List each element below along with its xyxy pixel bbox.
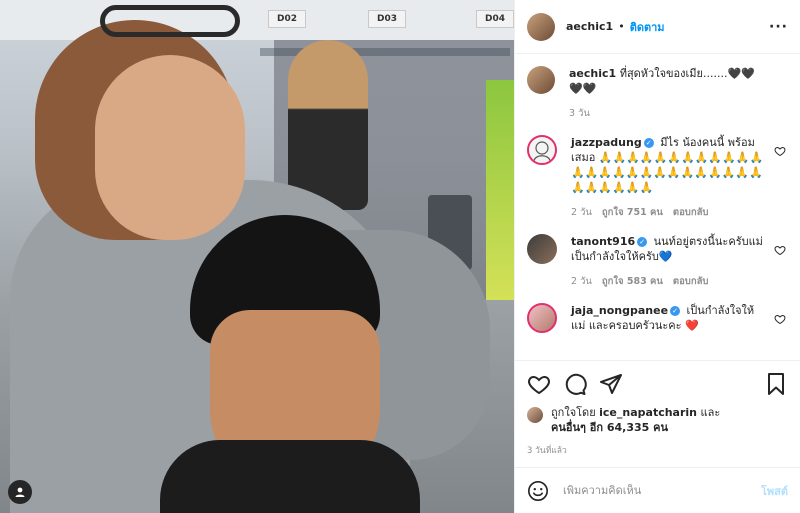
- comment-time[interactable]: 2 วัน: [571, 274, 592, 289]
- post-photo[interactable]: D02 D03 D04: [0, 0, 514, 513]
- reply-button[interactable]: ตอบกลับ: [673, 274, 709, 289]
- liked-by-prefix: ถูกใจโดย: [551, 406, 596, 419]
- add-comment-bar: โพสต์: [515, 467, 800, 513]
- comment-input[interactable]: [563, 484, 761, 497]
- comments-list[interactable]: aechic1 ที่สุดหัวใจของเมีย.......🖤🖤🖤🖤 3 …: [515, 54, 800, 360]
- photo-pillar: [486, 80, 514, 300]
- comment-like-heart-icon[interactable]: [774, 313, 786, 325]
- owner-username[interactable]: aechic1: [566, 20, 613, 33]
- emoji-icon[interactable]: [527, 480, 549, 502]
- comment-like-heart-icon[interactable]: [774, 145, 786, 157]
- share-icon[interactable]: [599, 372, 623, 396]
- photo-ceiling: [0, 0, 514, 40]
- photo-man-body: [160, 440, 420, 513]
- avatar-sketch-icon: [533, 141, 551, 162]
- post-timestamp[interactable]: 3 วันที่แล้ว: [527, 443, 788, 467]
- liked-by: ถูกใจโดย ice_napatcharin และ คนอื่นๆ อีก…: [527, 405, 788, 435]
- photo-woman-face: [95, 55, 245, 240]
- follow-button[interactable]: ติดตาม: [630, 18, 665, 36]
- liked-by-user[interactable]: ice_napatcharin: [599, 406, 697, 419]
- caption-avatar[interactable]: [527, 66, 555, 94]
- post-header: aechic1 • ติดตาม ···: [515, 0, 800, 54]
- owner-avatar[interactable]: [527, 12, 555, 41]
- verified-badge-icon: ✓: [670, 306, 681, 316]
- comment-item: jaja_nongpanee ✓ เป็นกำลังใจให้แม่ และครอ…: [527, 303, 788, 333]
- more-options-icon[interactable]: ···: [769, 19, 788, 35]
- comment-likes[interactable]: ถูกใจ 751 คน: [602, 205, 663, 220]
- caption-username[interactable]: aechic1: [569, 67, 616, 80]
- comment-time[interactable]: 2 วัน: [571, 205, 592, 220]
- commenter-username[interactable]: jazzpadung: [571, 136, 642, 149]
- action-icons-row: [527, 369, 788, 399]
- verified-badge-icon: ✓: [643, 138, 654, 148]
- photo-sunglasses: [100, 5, 240, 37]
- liked-by-avatar[interactable]: [527, 407, 543, 423]
- header-separator: •: [618, 20, 625, 33]
- comment-like-heart-icon[interactable]: [774, 244, 786, 256]
- liked-by-and: และ: [700, 406, 721, 419]
- instagram-post: D02 D03 D04 aechic1 • ติดตาม ··· aechic1…: [0, 0, 800, 513]
- user-tag-button[interactable]: [8, 480, 32, 504]
- comment-likes[interactable]: ถูกใจ 583 คน: [602, 274, 663, 289]
- bookmark-icon[interactable]: [764, 372, 788, 396]
- commenter-avatar[interactable]: [527, 303, 557, 333]
- comment-item: tanont916 ✓ นนท์อยู่ตรงนี้นะครับแม่ เป็นก…: [527, 234, 788, 289]
- photo-background-person: [288, 40, 368, 210]
- likes-count[interactable]: คนอื่นๆ อีก 64,335 คน: [551, 421, 668, 434]
- comment-item: jazzpadung ✓ มีไร น้องคนนี้ พร้อมเสมอ 🙏🙏🙏…: [527, 135, 788, 220]
- post-comment-button[interactable]: โพสต์: [761, 482, 788, 500]
- heart-icon[interactable]: [527, 372, 551, 396]
- commenter-username[interactable]: tanont916: [571, 235, 635, 248]
- commenter-avatar[interactable]: [527, 135, 557, 165]
- commenter-avatar[interactable]: [527, 234, 557, 264]
- user-tag-icon: [15, 487, 25, 497]
- gate-sign: D04: [476, 10, 514, 28]
- caption-time[interactable]: 3 วัน: [569, 106, 590, 121]
- gate-sign: D03: [368, 10, 406, 28]
- verified-badge-icon: ✓: [637, 237, 648, 247]
- post-side-panel: aechic1 • ติดตาม ··· aechic1 ที่สุดหัวใจ…: [514, 0, 800, 513]
- commenter-username[interactable]: jaja_nongpanee: [571, 304, 668, 317]
- comment-icon[interactable]: [563, 372, 587, 396]
- caption: aechic1 ที่สุดหัวใจของเมีย.......🖤🖤🖤🖤 3 …: [527, 66, 788, 121]
- gate-sign: D02: [268, 10, 306, 28]
- post-actions: ถูกใจโดย ice_napatcharin และ คนอื่นๆ อีก…: [515, 360, 800, 467]
- reply-button[interactable]: ตอบกลับ: [673, 205, 709, 220]
